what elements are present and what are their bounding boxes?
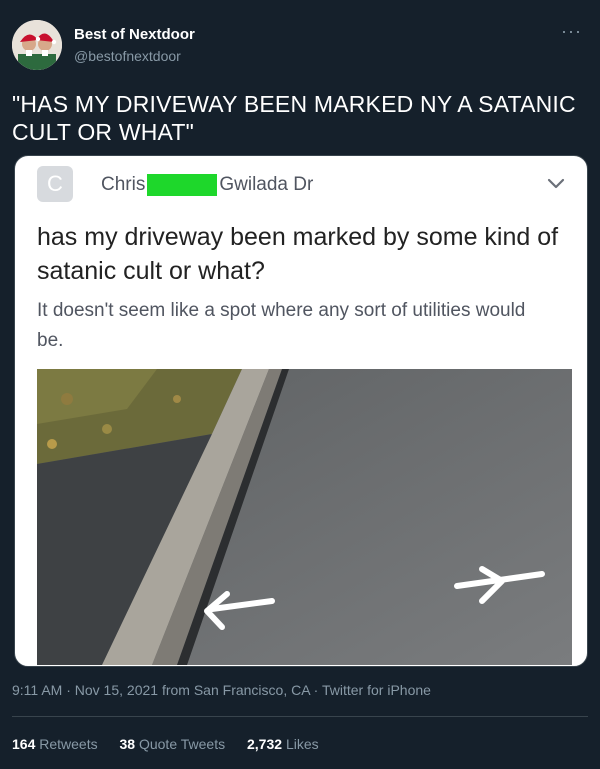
tweet-timestamp[interactable]: 9:11 AM · Nov 15, 2021: [12, 682, 158, 698]
post-body: It doesn't seem like a spot where any so…: [37, 300, 526, 351]
tweet-client[interactable]: Twitter for iPhone: [322, 682, 431, 698]
poster-first-name: Chris: [101, 174, 146, 195]
user-handle[interactable]: @bestofnextdoor: [74, 47, 195, 65]
like-count: 2,732: [247, 736, 283, 752]
divider: [12, 716, 588, 717]
redaction-block: [147, 174, 218, 196]
quote-label: Quote Tweets: [138, 736, 226, 752]
quote-count: 38: [119, 736, 136, 752]
poster-street: Gwilada Dr: [219, 174, 314, 195]
likes-stat[interactable]: 2,732 Likes: [247, 736, 319, 752]
tweet-text: "HAS MY DRIVEWAY BEEN MARKED NY A SATANI…: [12, 91, 576, 145]
retweet-label: Retweets: [39, 736, 98, 752]
embedded-image-card[interactable]: C Chris Gwilada Dr has my driveway been m…: [14, 155, 588, 667]
quote-tweets-stat[interactable]: 38 Quote Tweets: [120, 736, 226, 752]
like-label: Likes: [285, 736, 319, 752]
meta-sep: ·: [313, 682, 319, 698]
more-dots-icon[interactable]: ···: [561, 22, 582, 40]
poster-avatar: C: [37, 166, 73, 202]
tweet-header: Best of Nextdoor @bestofnextdoor ···: [12, 20, 588, 72]
driveway-photo: [37, 369, 572, 665]
author-block[interactable]: Best of Nextdoor @bestofnextdoor: [74, 26, 195, 65]
poster-name: Chris Gwilada Dr: [101, 174, 313, 196]
display-name[interactable]: Best of Nextdoor: [74, 26, 195, 44]
retweets-stat[interactable]: 164 Retweets: [12, 736, 98, 752]
engagement-stats: 164 Retweets 38 Quote Tweets 2,732 Likes: [12, 736, 337, 752]
chevron-down-icon[interactable]: [545, 172, 567, 199]
post-header: C Chris Gwilada Dr: [37, 166, 567, 206]
retweet-count: 164: [12, 736, 36, 752]
tweet-location: from San Francisco, CA: [161, 682, 310, 698]
tweet-meta: 9:11 AM · Nov 15, 2021 from San Francisc…: [12, 682, 431, 698]
profile-avatar[interactable]: [12, 20, 62, 70]
post-title: has my driveway been marked by some kind…: [37, 223, 559, 285]
